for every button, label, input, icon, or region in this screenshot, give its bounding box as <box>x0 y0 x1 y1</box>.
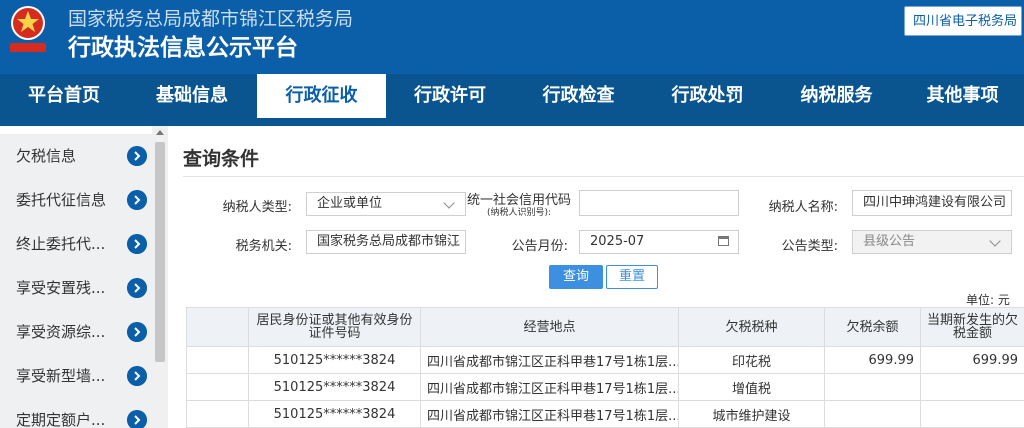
table-cell-tax-type: 印花税 <box>678 346 825 374</box>
table-cell-location: 四川省成都市锦江区正科甲巷17号1栋1层... <box>420 400 679 428</box>
results-table: 居民身份证或其他有效身份证件号码 经营地点 欠税税种 欠税余额 当期新发生的欠税… <box>186 307 1024 428</box>
sidebar-item-resource-utilization[interactable]: 享受资源综... <box>0 310 152 355</box>
table-cell <box>186 373 249 401</box>
month-label: 公告月份: <box>511 239 568 254</box>
sidebar-item-label: 享受新型墙... <box>16 367 106 385</box>
nav-item-home[interactable]: 平台首页 <box>0 74 128 118</box>
table-cell-balance <box>824 373 921 401</box>
table-cell-id: 510125******3824 <box>248 346 421 374</box>
table-cell-location: 四川省成都市锦江区正科甲巷17号1栋1层... <box>420 373 679 401</box>
column-header-new-arrears: 当期新发生的欠税金额 <box>920 307 1024 347</box>
sidebar-item-terminated-entrustment[interactable]: 终止委托代... <box>0 222 152 267</box>
tax-emblem-icon <box>10 6 46 52</box>
taxpayer-type-label: 纳税人类型: <box>222 200 292 215</box>
column-header-tax-type: 欠税税种 <box>678 307 825 347</box>
chevron-right-circle-icon <box>127 190 147 210</box>
table-cell <box>186 400 249 428</box>
table-cell-balance: 699.99 <box>824 346 921 374</box>
table-cell-new-amount <box>920 373 1024 401</box>
tax-authority-select[interactable]: 国家税务总局成都市锦江 <box>306 230 466 254</box>
taxpayer-type-value: 企业或单位 <box>317 196 383 211</box>
site-title: 行政执法信息公示平台 <box>68 35 298 61</box>
unit-label: 单位: 元 <box>966 293 1010 307</box>
table-row[interactable]: 510125******3824 四川省成都市锦江区正科甲巷17号1栋1层...… <box>186 346 1024 374</box>
nav-item-penalty[interactable]: 行政处罚 <box>643 74 772 118</box>
table-row[interactable]: 510125******3824 四川省成都市锦江区正科甲巷17号1栋1层...… <box>186 400 1024 428</box>
column-header <box>186 307 249 347</box>
search-button[interactable]: 查询 <box>549 265 603 289</box>
main-content: 查询条件 纳税人类型: 企业或单位 统一社会信用代码 (纳税人识别号): 纳税人… <box>176 126 1024 428</box>
nav-underline <box>0 118 1024 126</box>
taxpayer-name-input[interactable]: 四川中珅鸿建设有限公司 <box>852 190 1012 216</box>
table-cell-location: 四川省成都市锦江区正科甲巷17号1栋1层... <box>420 346 679 374</box>
sidebar-item-label: 享受资源综... <box>16 323 106 341</box>
calendar-icon[interactable] <box>718 236 729 246</box>
table-cell-new-amount <box>920 400 1024 428</box>
sidebar-item-entrusted-collection[interactable]: 委托代征信息 <box>0 178 152 223</box>
scrollbar-thumb[interactable] <box>155 142 165 362</box>
nav-item-collection[interactable]: 行政征收 <box>257 74 386 118</box>
sidebar-item-label: 享受安置残... <box>16 279 106 297</box>
chevron-down-icon <box>989 235 1001 247</box>
nav-item-service[interactable]: 纳税服务 <box>772 74 901 118</box>
tax-authority-label: 税务机关: <box>235 239 292 254</box>
table-cell-id: 510125******3824 <box>248 373 421 401</box>
nav-item-inspection[interactable]: 行政检查 <box>514 74 643 118</box>
chevron-right-circle-icon <box>127 322 147 342</box>
nav-item-basic-info[interactable]: 基础信息 <box>128 74 256 118</box>
column-header-id-number: 居民身份证或其他有效身份证件号码 <box>248 307 421 347</box>
table-header-row: 居民身份证或其他有效身份证件号码 经营地点 欠税税种 欠税余额 当期新发生的欠税… <box>186 307 1024 347</box>
sidebar-item-label: 欠税信息 <box>16 147 77 165</box>
notice-type-label: 公告类型: <box>781 239 838 254</box>
month-picker[interactable]: 2025-07 <box>579 230 739 254</box>
sidebar-item-label: 定期定额户... <box>16 411 106 428</box>
table-cell-new-amount: 699.99 <box>920 346 1024 374</box>
etax-link[interactable]: 四川省电子税务局 <box>904 6 1022 36</box>
credit-code-input[interactable] <box>579 190 739 216</box>
sidebar-scrollbar[interactable] <box>152 126 168 428</box>
sidebar-item-disabled-placement[interactable]: 享受安置残... <box>0 266 152 311</box>
chevron-right-circle-icon <box>127 410 147 428</box>
chevron-down-icon <box>443 197 455 209</box>
taxpayer-name-label: 纳税人名称: <box>768 200 838 215</box>
table-cell-balance <box>824 400 921 428</box>
page-title: 查询条件 <box>183 148 260 170</box>
reset-button[interactable]: 重置 <box>606 265 658 289</box>
chevron-right-circle-icon <box>127 146 147 166</box>
scroll-up-icon[interactable] <box>156 130 164 135</box>
sidebar-item-label: 终止委托代... <box>16 235 106 253</box>
notice-type-value: 县级公告 <box>863 234 916 249</box>
notice-type-select: 县级公告 <box>852 230 1012 254</box>
table-cell-tax-type: 增值税 <box>678 373 825 401</box>
sidebar: 欠税信息 委托代征信息 终止委托代... 享受安置残... 享受资源综... 享… <box>0 126 168 428</box>
chevron-right-circle-icon <box>127 366 147 386</box>
nav-item-license[interactable]: 行政许可 <box>386 74 514 118</box>
table-cell-tax-type: 城市维护建设 <box>678 400 825 428</box>
chevron-right-circle-icon <box>127 234 147 254</box>
credit-code-sublabel: (纳税人识别号): <box>486 208 552 218</box>
tax-authority-value: 国家税务总局成都市锦江 <box>317 234 461 249</box>
table-cell-id: 510125******3824 <box>248 400 421 428</box>
table-row[interactable]: 510125******3824 四川省成都市锦江区正科甲巷17号1栋1层...… <box>186 373 1024 401</box>
column-header-arrears-balance: 欠税余额 <box>824 307 921 347</box>
month-value: 2025-07 <box>590 234 645 249</box>
sidebar-item-fixed-quota[interactable]: 定期定额户... <box>0 398 152 428</box>
sidebar-item-new-wall-materials[interactable]: 享受新型墙... <box>0 354 152 399</box>
site-header: 国家税务总局成都市锦江区税务局 行政执法信息公示平台 四川省电子税务局 <box>0 0 1024 74</box>
main-nav: 平台首页 基础信息 行政征收 行政许可 行政检查 行政处罚 纳税服务 其他事项 <box>0 74 1024 118</box>
nav-item-other[interactable]: 其他事项 <box>901 74 1024 118</box>
taxpayer-type-select[interactable]: 企业或单位 <box>306 192 466 216</box>
sidebar-item-tax-arrears[interactable]: 欠税信息 <box>0 134 152 179</box>
table-cell <box>186 346 249 374</box>
org-name: 国家税务总局成都市锦江区税务局 <box>68 8 354 30</box>
divider <box>183 176 1024 177</box>
sidebar-item-label: 委托代征信息 <box>16 191 107 209</box>
chevron-right-circle-icon <box>127 278 147 298</box>
column-header-location: 经营地点 <box>420 307 679 347</box>
